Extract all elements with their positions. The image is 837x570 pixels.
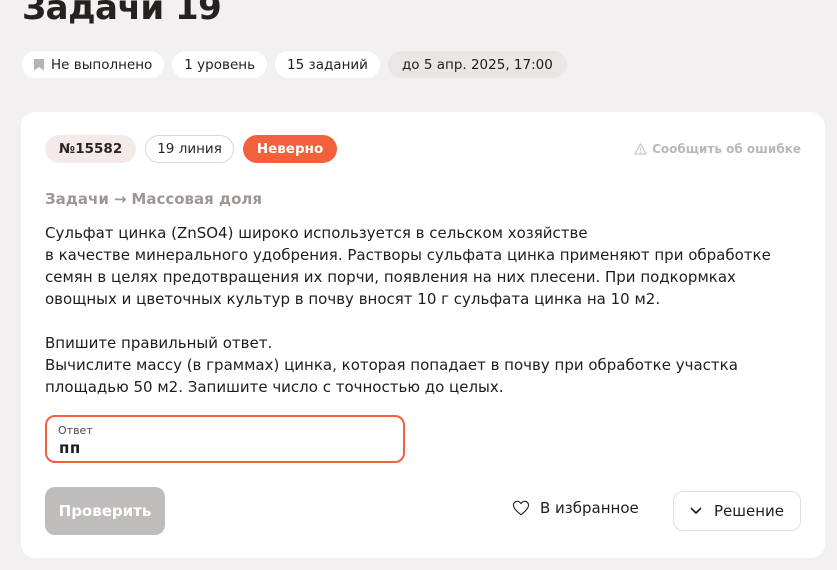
breadcrumb: Задачи → Массовая доля xyxy=(45,190,262,208)
check-button[interactable]: Проверить xyxy=(45,487,165,535)
chevron-down-icon xyxy=(690,507,702,514)
heart-icon xyxy=(512,500,530,516)
question-line: площадью 50 м2. Запишите число с точност… xyxy=(45,378,504,396)
task-card: №15582 19 линия Неверно Сообщить об ошиб… xyxy=(21,112,825,558)
warning-icon xyxy=(634,143,647,155)
question-line: Впишите правильный ответ. xyxy=(45,334,273,352)
page-title: Задачи 19 xyxy=(22,0,222,28)
result-badge: Неверно xyxy=(242,135,338,163)
solution-button[interactable]: Решение xyxy=(673,491,801,531)
report-error-link[interactable]: Сообщить об ошибке xyxy=(634,142,801,156)
status-label: Не выполнено xyxy=(51,56,153,73)
bookmark-icon xyxy=(34,58,44,71)
breadcrumb-topic[interactable]: Массовая доля xyxy=(131,190,262,208)
task-text-line: семян в целях предотвращения их порчи, п… xyxy=(45,268,736,286)
breadcrumb-arrow-icon: → xyxy=(113,190,127,208)
task-text-line: Сульфат цинка (ZnSO4) широко используетс… xyxy=(45,224,588,242)
favorite-button[interactable]: В избранное xyxy=(512,499,639,517)
task-meta: Не выполнено 1 уровень 15 заданий до 5 а… xyxy=(22,51,567,78)
deadline-chip: до 5 апр. 2025, 17:00 xyxy=(387,51,567,78)
task-text-line: в качестве минерального удобрения. Раств… xyxy=(45,246,771,264)
question-line: Вычислите массу (в граммах) цинка, котор… xyxy=(45,356,738,374)
count-chip: 15 заданий xyxy=(275,51,380,78)
level-chip: 1 уровень xyxy=(172,51,268,78)
task-tags: №15582 19 линия Неверно xyxy=(45,135,338,163)
task-statement: Сульфат цинка (ZnSO4) широко используетс… xyxy=(45,222,805,398)
solution-label: Решение xyxy=(713,502,784,520)
answer-input[interactable]: Ответ пп xyxy=(45,415,405,463)
report-label: Сообщить об ошибке xyxy=(652,142,801,156)
status-chip: Не выполнено xyxy=(22,51,165,78)
task-id-badge: №15582 xyxy=(45,135,137,163)
breadcrumb-section[interactable]: Задачи xyxy=(45,190,109,208)
answer-label: Ответ xyxy=(58,424,93,437)
task-text-line: овощных и цветочных культур в почву внос… xyxy=(45,290,661,308)
task-line-badge: 19 линия xyxy=(145,135,234,163)
answer-value[interactable]: пп xyxy=(59,439,81,457)
favorite-label: В избранное xyxy=(540,499,639,517)
